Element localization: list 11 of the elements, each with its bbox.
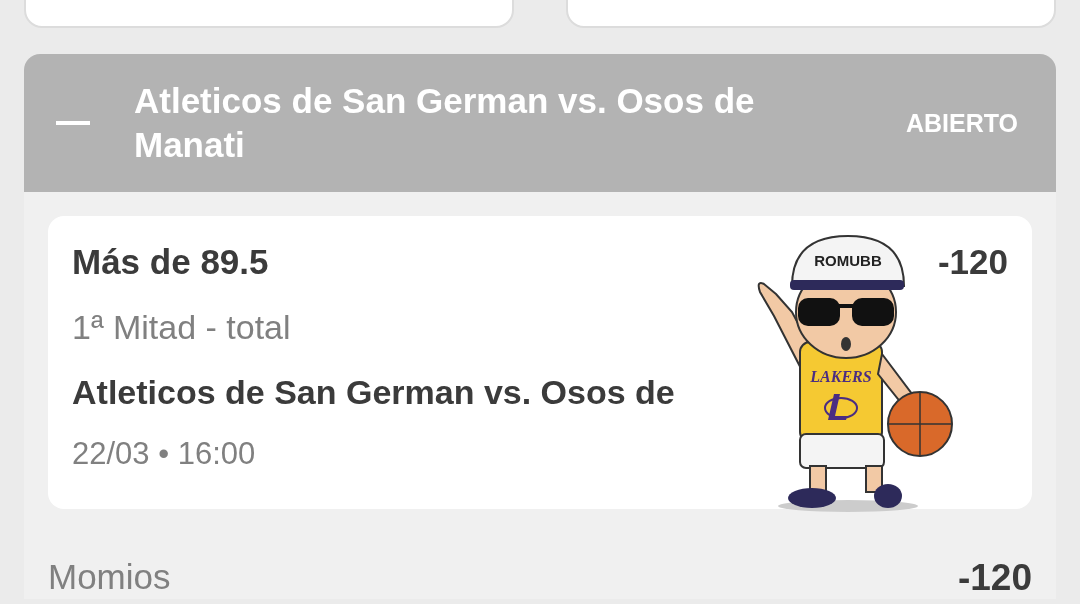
summary-odds: -120 [957, 557, 1032, 599]
odds-value: -120 [937, 242, 1008, 282]
match-text: Atleticos de San German vs. Osos de [72, 373, 675, 412]
market-text: 1ª Mitad - total [72, 308, 292, 347]
event-title: Atleticos de San German vs. Osos de Manati [134, 80, 756, 166]
selection-text: Más de 89.5 [72, 242, 269, 282]
minus-icon [56, 120, 90, 126]
date-time-text: 22/03 • 16:00 [72, 436, 257, 472]
summary-label: Momios [48, 557, 171, 598]
status-label: ABIERTO [905, 108, 1018, 138]
bet-card[interactable]: Más de 89.5 -120 1ª Mitad - total Atleticos de San German vs. Osos de 22/03 • 16:00 ROMUBB LAKERS [48, 216, 1032, 509]
